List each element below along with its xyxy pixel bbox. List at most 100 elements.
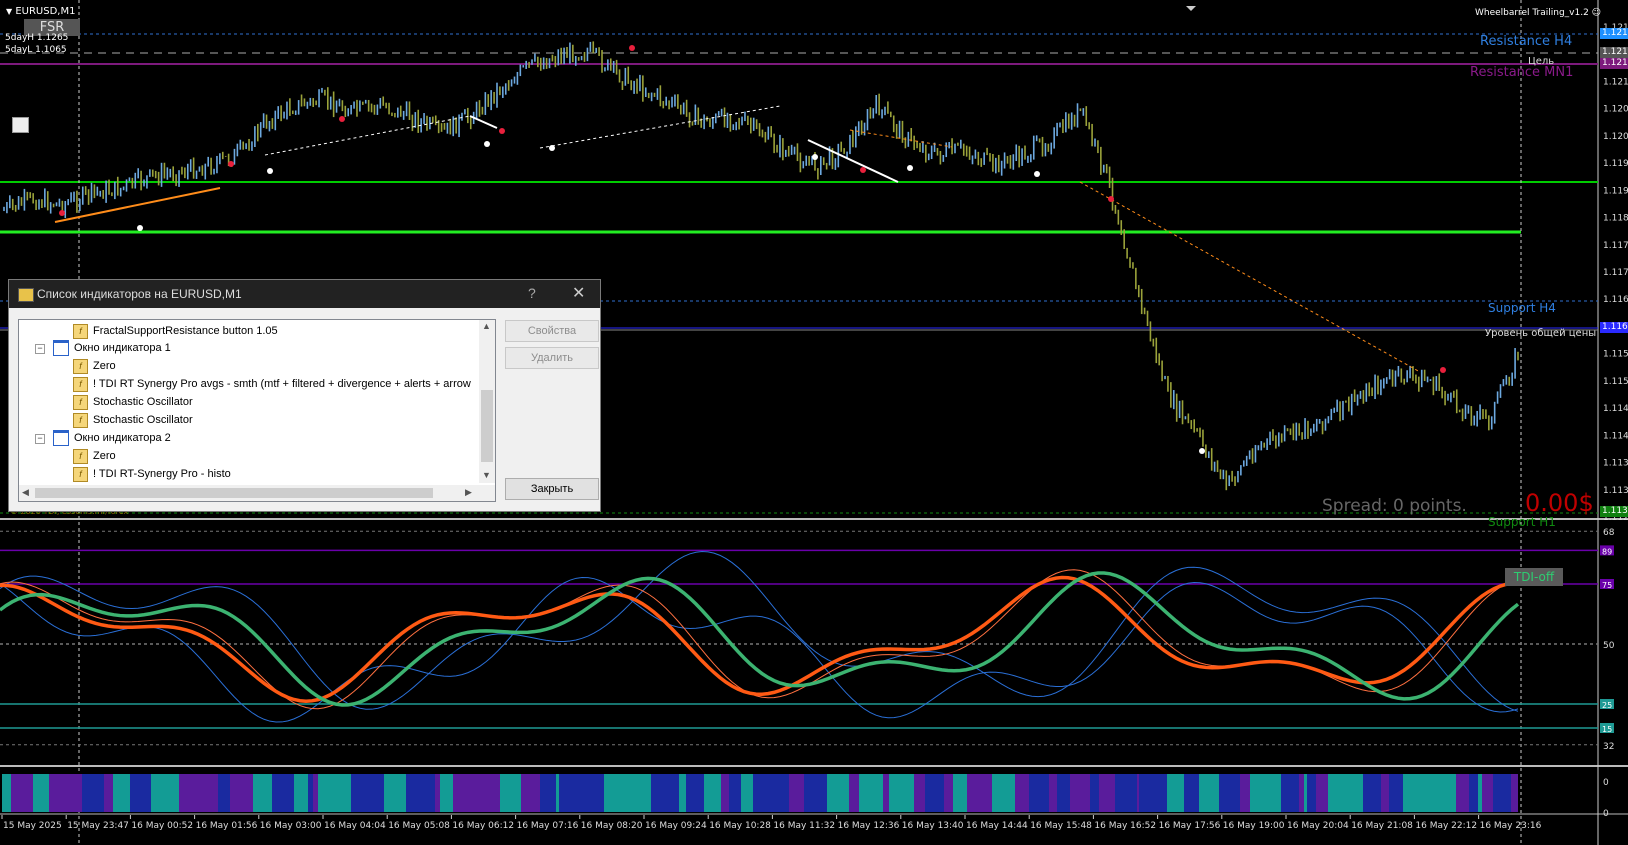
histo-bar bbox=[308, 774, 313, 812]
histo-bar bbox=[804, 774, 827, 812]
vertical-scrollbar[interactable]: ▲ ▼ bbox=[479, 320, 495, 483]
histo-bar bbox=[944, 774, 953, 812]
resistance-mn1-label: Resistance MN1 bbox=[1470, 65, 1574, 80]
histo-bar bbox=[1222, 774, 1240, 812]
histo-bar bbox=[49, 774, 72, 812]
tdi-thin-line bbox=[0, 569, 1519, 710]
indicator-tree[interactable]: f FractalSupportResistance button 1.05 − … bbox=[18, 319, 496, 502]
histo-bar bbox=[1281, 774, 1284, 812]
fractal-dot bbox=[267, 168, 273, 174]
tree-item[interactable]: f Stochastic Oscillator bbox=[73, 393, 193, 411]
horizontal-scroll-thumb[interactable] bbox=[35, 488, 433, 498]
indicator-icon: f bbox=[73, 358, 88, 374]
histo-bar bbox=[313, 774, 318, 812]
histo-bar bbox=[1201, 774, 1219, 812]
dialog-title: Список индикаторов на EURUSD,M1 bbox=[37, 287, 242, 301]
dialog-titlebar[interactable]: Список индикаторов на EURUSD,M1 ? ✕ bbox=[9, 280, 600, 308]
histo-bar bbox=[1389, 774, 1403, 812]
scroll-left-icon[interactable]: ◀ bbox=[22, 487, 29, 498]
collapse-icon[interactable]: − bbox=[35, 344, 45, 354]
indicator-tick-label: 32 bbox=[1603, 742, 1614, 752]
histo-bar bbox=[658, 774, 679, 812]
help-icon[interactable]: ? bbox=[528, 285, 536, 301]
histo-bar bbox=[1057, 774, 1070, 812]
fractal-dot bbox=[339, 116, 345, 122]
time-tick-label: 16 May 16:52 bbox=[1094, 821, 1156, 831]
histo-bar bbox=[1250, 774, 1265, 812]
fractal-dot bbox=[228, 161, 234, 167]
indicator-icon: f bbox=[73, 448, 88, 464]
delete-button[interactable]: Удалить bbox=[505, 347, 599, 369]
tree-item[interactable]: f ! TDI RT Synergy Pro avgs - smth (mtf +… bbox=[73, 375, 471, 393]
histo-bar bbox=[1304, 774, 1307, 812]
histo-bar bbox=[1482, 774, 1493, 812]
histo-bar bbox=[624, 774, 642, 812]
close-icon[interactable]: ✕ bbox=[572, 283, 585, 303]
shift-marker-icon bbox=[1186, 6, 1196, 11]
price-box-resistance-mn1: 1.1213 bbox=[1600, 58, 1628, 69]
histo-bar bbox=[1049, 774, 1057, 812]
properties-button[interactable]: Свойства bbox=[505, 320, 599, 342]
price-box-target: 1.1216 bbox=[1600, 47, 1628, 58]
histo-bar bbox=[859, 774, 867, 812]
histo-bar bbox=[1469, 774, 1478, 812]
price-tick-label: 1.1153 bbox=[1603, 377, 1628, 387]
time-tick-label: 15 May 23:47 bbox=[67, 821, 129, 831]
indicator-icon: f bbox=[73, 376, 88, 392]
small-square-button[interactable] bbox=[12, 117, 29, 133]
tree-item-window-2[interactable]: Окно индикатора 2 bbox=[53, 429, 171, 447]
time-tick-label: 16 May 12:36 bbox=[838, 821, 900, 831]
histo-bar bbox=[318, 774, 332, 812]
tdi-band-line bbox=[0, 551, 1519, 712]
collapse-icon[interactable]: − bbox=[35, 434, 45, 444]
indicator-level-box-label: 15 bbox=[1602, 725, 1612, 734]
collapse-triangle-icon[interactable]: ▼ bbox=[6, 7, 12, 16]
window-icon bbox=[53, 430, 69, 447]
histo-bar bbox=[1090, 774, 1099, 812]
tree-item-window-1[interactable]: Окно индикатора 1 bbox=[53, 339, 171, 357]
tree-item[interactable]: f Zero bbox=[73, 357, 116, 375]
scroll-down-icon[interactable]: ▼ bbox=[482, 470, 491, 480]
time-tick-label: 16 May 10:28 bbox=[709, 821, 771, 831]
time-tick-label: 16 May 03:00 bbox=[260, 821, 322, 831]
histo-bar bbox=[540, 774, 556, 812]
price-tick-label: 1.1147 bbox=[1603, 404, 1628, 414]
indicator-tick-label: 50 bbox=[1603, 641, 1615, 651]
tree-item[interactable]: f FractalSupportResistance button 1.05 bbox=[73, 322, 278, 340]
histo-bar bbox=[82, 774, 104, 812]
scroll-right-icon[interactable]: ▶ bbox=[465, 487, 472, 498]
histo-bar bbox=[226, 774, 230, 812]
histo-tick-label: 0 bbox=[1603, 778, 1609, 788]
histo-bar bbox=[1070, 774, 1090, 812]
histo-bar bbox=[967, 774, 987, 812]
fractal-dot bbox=[1034, 171, 1040, 177]
close-button[interactable]: Закрыть bbox=[505, 478, 599, 500]
indicator-icon: f bbox=[73, 412, 88, 428]
histo-bar bbox=[261, 774, 272, 812]
tdi-green-line bbox=[0, 571, 1520, 707]
day-low-label: 5dayL 1.1065 bbox=[5, 45, 67, 55]
histo-bar bbox=[251, 774, 253, 812]
histo-bar bbox=[679, 774, 686, 812]
tree-item[interactable]: f Stochastic Oscillator bbox=[73, 411, 193, 429]
tree-item[interactable]: f ! TDI RT-Synergy Pro - histo bbox=[73, 465, 231, 483]
histo-bar bbox=[1403, 774, 1408, 812]
scroll-up-icon[interactable]: ▲ bbox=[482, 321, 491, 331]
price-tick-label: 1.1197 bbox=[1603, 159, 1628, 169]
histo-bar bbox=[1429, 774, 1447, 812]
histo-bar bbox=[1307, 774, 1316, 812]
fractal-dot bbox=[629, 45, 635, 51]
vertical-scroll-thumb[interactable] bbox=[481, 390, 493, 462]
tdi-off-button[interactable]: TDI-off bbox=[1505, 568, 1563, 586]
histo-bar bbox=[642, 774, 651, 812]
histo-bar bbox=[916, 774, 923, 812]
time-tick-label: 16 May 00:52 bbox=[131, 821, 193, 831]
spread-label: Spread: 0 points. bbox=[1322, 496, 1467, 516]
tree-item-label: Окно индикатора 1 bbox=[74, 342, 171, 354]
horizontal-scrollbar[interactable]: ◀ ▶ bbox=[19, 485, 495, 501]
price-tick-label: 1.1159 bbox=[1603, 350, 1628, 360]
tree-item[interactable]: f Zero bbox=[73, 447, 116, 465]
indicator-list-dialog[interactable]: Список индикаторов на EURUSD,M1 ? ✕ f Fra… bbox=[8, 279, 601, 512]
histo-bar bbox=[384, 774, 406, 812]
histo-bar bbox=[484, 774, 500, 812]
